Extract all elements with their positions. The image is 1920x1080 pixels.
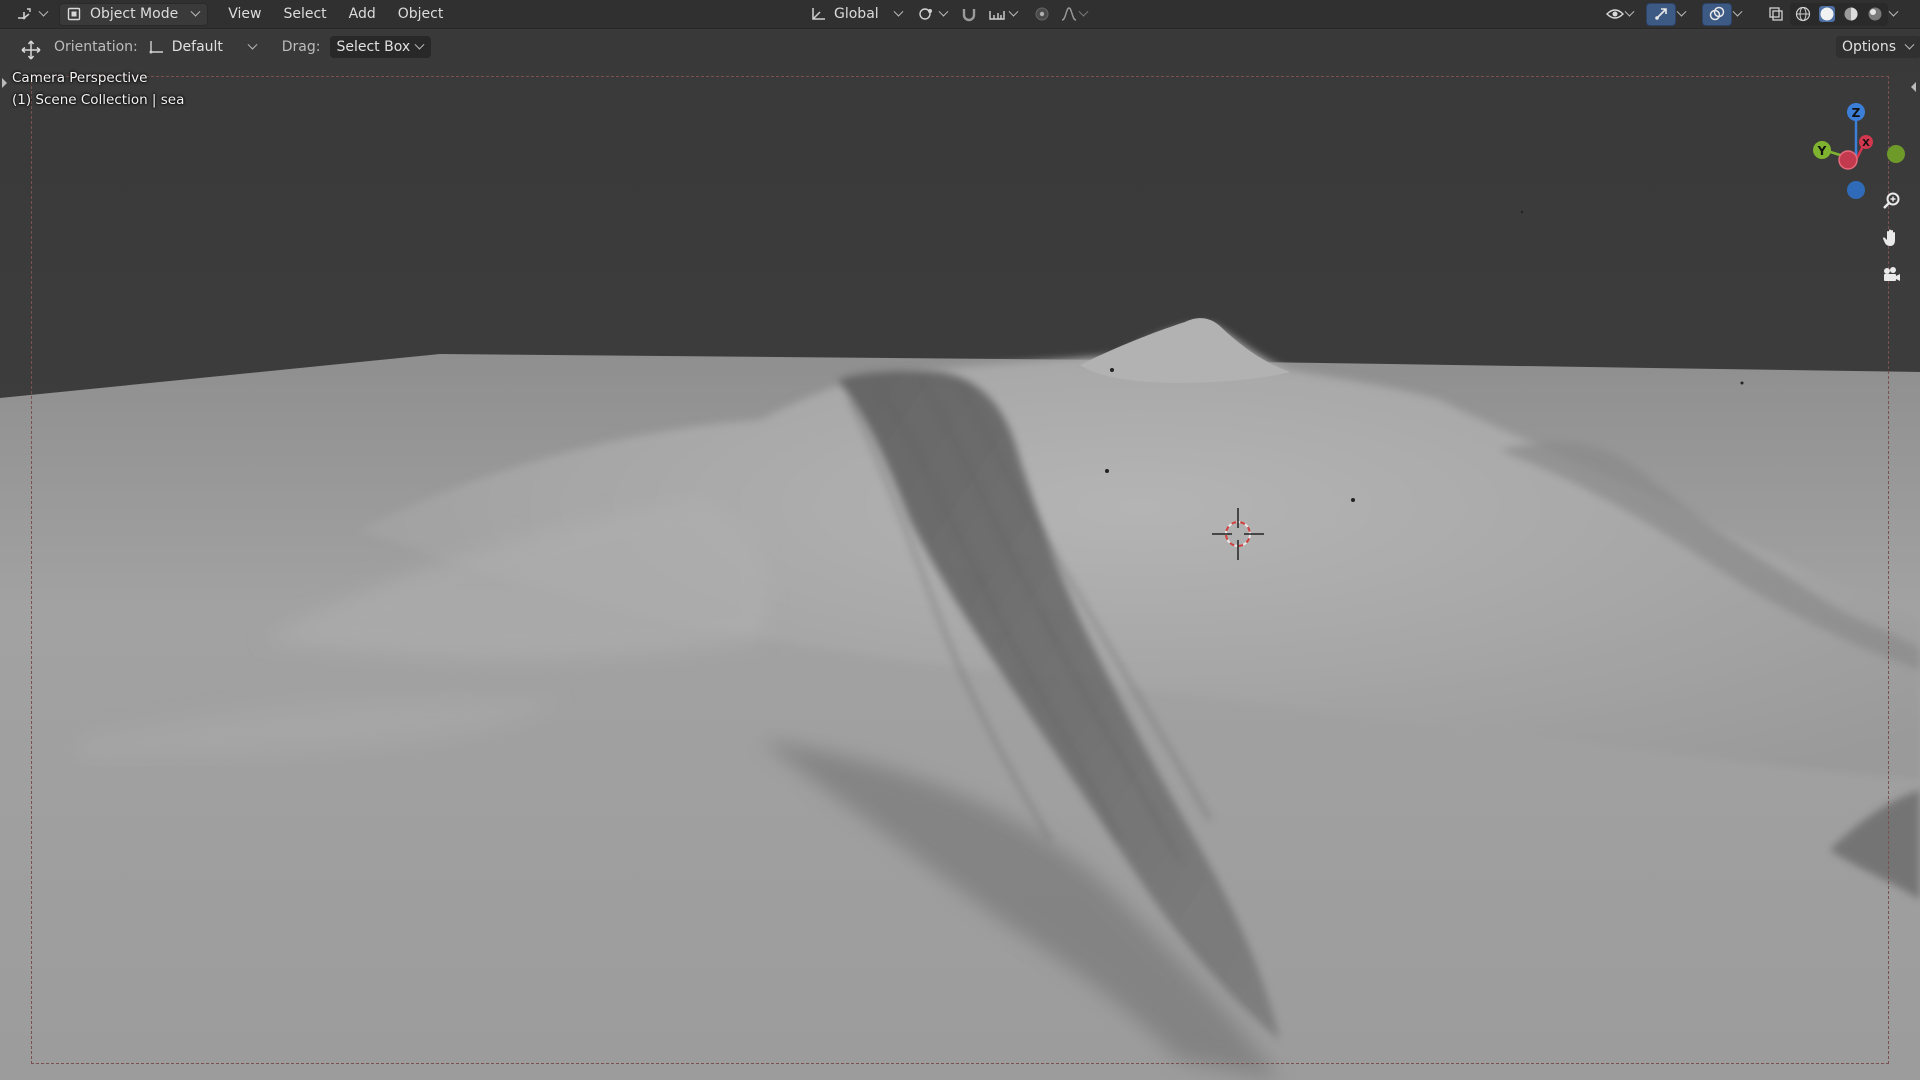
gizmo-z-label: Z bbox=[1852, 106, 1861, 120]
snap-magnet-icon bbox=[960, 6, 976, 22]
blender-window: Object Mode View Select Add Object Globa… bbox=[0, 0, 1920, 1080]
mode-label: Object Mode bbox=[90, 6, 179, 22]
tool-settings-bar: Orientation: Default Drag: Select Box Op… bbox=[0, 30, 1920, 64]
drag-dropdown[interactable]: Select Box bbox=[330, 36, 432, 58]
chevron-down-icon bbox=[190, 6, 201, 17]
pivot-point-icon bbox=[918, 6, 934, 22]
options-label: Options bbox=[1842, 39, 1897, 55]
options-dropdown[interactable]: Options bbox=[1836, 36, 1920, 58]
gizmo-dropdown[interactable] bbox=[1672, 3, 1693, 26]
proportional-edit-toggle[interactable] bbox=[1028, 3, 1056, 26]
proportional-edit-icon bbox=[1034, 6, 1050, 22]
orientation-label: Global bbox=[834, 6, 879, 22]
chevron-down-icon bbox=[1624, 6, 1635, 17]
chevron-down-icon bbox=[1078, 6, 1089, 17]
drag-field-label: Drag: bbox=[281, 39, 321, 55]
orientation-value: Default bbox=[171, 39, 223, 55]
chevron-down-icon bbox=[1904, 39, 1915, 50]
chevron-down-icon bbox=[938, 6, 949, 17]
chevron-down-icon bbox=[1008, 6, 1019, 17]
material-shading-icon[interactable] bbox=[1843, 6, 1859, 22]
sidebar-expand-arrow[interactable] bbox=[1911, 82, 1916, 92]
gizmo-y-label: Y bbox=[1817, 144, 1827, 158]
snap-increment-icon bbox=[988, 6, 1005, 22]
transform-orientation-dropdown[interactable]: Global bbox=[804, 3, 910, 26]
xray-icon bbox=[1768, 6, 1784, 22]
move-tool-icon[interactable] bbox=[20, 39, 41, 60]
hand-icon bbox=[1883, 229, 1895, 246]
falloff-dropdown[interactable] bbox=[1054, 3, 1095, 26]
gizmo-x-label: X bbox=[1862, 138, 1870, 149]
pan-button[interactable] bbox=[1876, 223, 1906, 253]
eye-icon bbox=[1606, 6, 1624, 22]
chevron-down-icon bbox=[893, 6, 904, 17]
editor-type-button[interactable] bbox=[10, 3, 55, 26]
terrain-scene bbox=[0, 30, 1920, 1080]
overlays-icon bbox=[1709, 6, 1725, 22]
chevron-down-icon bbox=[247, 39, 258, 50]
solid-shading-icon[interactable] bbox=[1819, 6, 1835, 22]
shading-dropdown[interactable] bbox=[1884, 3, 1905, 26]
viewport-header: Object Mode View Select Add Object Globa… bbox=[0, 0, 1920, 29]
zoom-icon bbox=[1883, 192, 1900, 209]
xray-toggle[interactable] bbox=[1762, 3, 1790, 26]
menu-add[interactable]: Add bbox=[343, 3, 382, 26]
visibility-dropdown[interactable] bbox=[1600, 3, 1641, 26]
chevron-down-icon bbox=[1676, 6, 1687, 17]
orientation-field-label: Orientation: bbox=[54, 39, 138, 55]
camera-view-button[interactable] bbox=[1876, 260, 1906, 290]
zoom-button[interactable] bbox=[1876, 186, 1906, 216]
drag-value: Select Box bbox=[336, 39, 411, 55]
snap-target-dropdown[interactable] bbox=[982, 3, 1025, 26]
object-mode-icon bbox=[66, 6, 82, 22]
collection-info: (1) Scene Collection | sea bbox=[12, 92, 185, 108]
orientation-dropdown[interactable]: Default bbox=[146, 36, 264, 58]
wireframe-shading-icon[interactable] bbox=[1795, 6, 1811, 22]
camera-icon bbox=[1884, 267, 1900, 281]
menu-view[interactable]: View bbox=[222, 3, 267, 26]
pivot-point-dropdown[interactable] bbox=[912, 3, 955, 26]
mode-dropdown[interactable]: Object Mode bbox=[59, 2, 209, 26]
falloff-curve-icon bbox=[1060, 6, 1077, 22]
view-name: Camera Perspective bbox=[12, 70, 148, 86]
chevron-down-icon bbox=[1888, 6, 1899, 17]
shading-buttons bbox=[1790, 2, 1888, 26]
chevron-down-icon bbox=[414, 39, 425, 50]
editor-type-icon bbox=[16, 6, 32, 22]
orientation-axes-icon bbox=[148, 39, 164, 55]
menu-object[interactable]: Object bbox=[392, 3, 450, 26]
toolbar-expand-arrow[interactable] bbox=[2, 78, 7, 88]
snap-toggle[interactable] bbox=[954, 3, 982, 26]
chevron-down-icon bbox=[38, 6, 49, 17]
gizmo-icon bbox=[1653, 6, 1669, 22]
global-axes-icon bbox=[810, 6, 826, 22]
rendered-shading-icon[interactable] bbox=[1867, 6, 1883, 22]
3d-viewport[interactable]: Camera Perspective (1) Scene Collection … bbox=[0, 30, 1920, 1080]
chevron-down-icon bbox=[1732, 6, 1743, 17]
menu-select[interactable]: Select bbox=[277, 3, 332, 26]
overlays-dropdown[interactable] bbox=[1728, 3, 1749, 26]
